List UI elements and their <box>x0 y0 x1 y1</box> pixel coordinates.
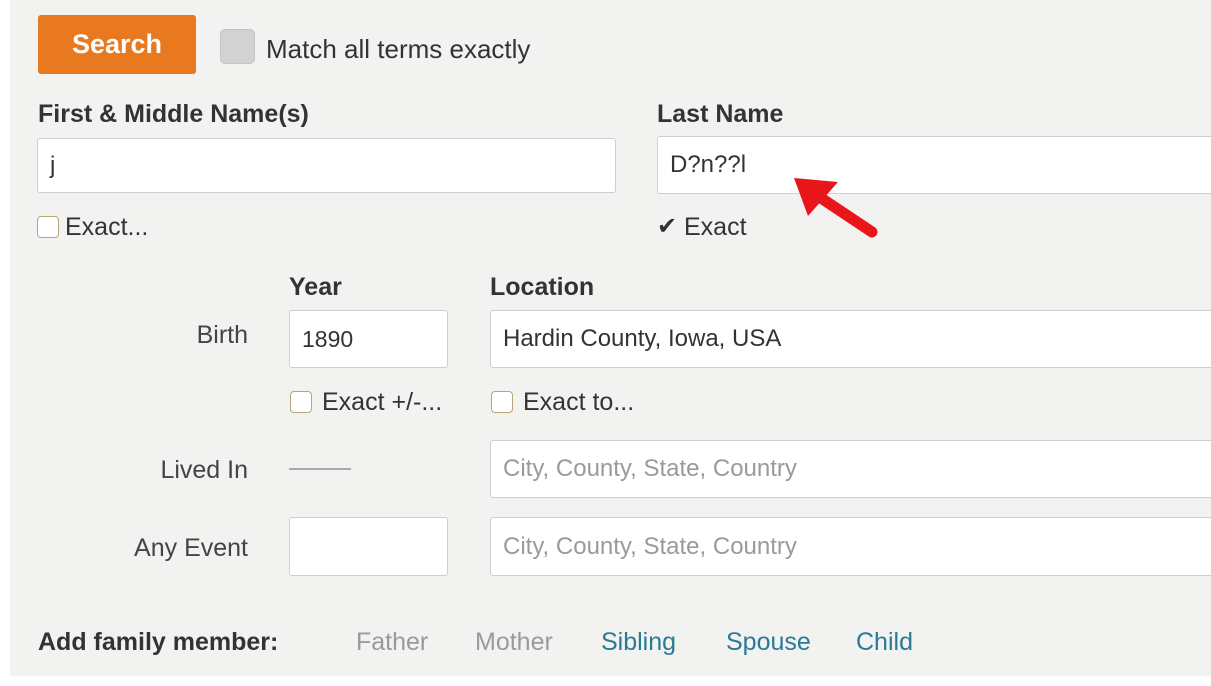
first-name-exact-checkbox[interactable] <box>37 216 59 238</box>
any-event-year-input[interactable] <box>289 517 448 576</box>
birth-location-value: Hardin County, Iowa, USA <box>503 325 782 352</box>
add-spouse-link[interactable]: Spouse <box>726 627 811 657</box>
lived-in-location-placeholder: City, County, State, Country <box>503 455 797 482</box>
birth-location-exact-checkbox[interactable] <box>491 391 513 413</box>
first-name-input[interactable]: j <box>37 138 616 193</box>
birth-year-exact-label[interactable]: Exact +/-... <box>322 387 442 417</box>
add-sibling-link[interactable]: Sibling <box>601 627 676 657</box>
first-name-value: j <box>50 151 56 179</box>
match-all-checkbox[interactable] <box>220 29 255 64</box>
any-event-label: Any Event <box>134 534 248 562</box>
last-name-exact-label[interactable]: Exact <box>684 212 747 242</box>
last-name-exact-checkmark-icon[interactable]: ✔ <box>657 212 677 242</box>
add-father-link[interactable]: Father <box>356 627 428 657</box>
birth-year-input[interactable]: 1890 <box>289 310 448 368</box>
red-arrow-annotation-icon <box>794 178 878 238</box>
any-event-location-input[interactable]: City, County, State, Country <box>490 517 1211 576</box>
year-column-header: Year <box>289 273 342 301</box>
lived-in-location-input[interactable]: City, County, State, Country <box>490 440 1211 498</box>
location-column-header: Location <box>490 273 595 301</box>
first-name-exact-label[interactable]: Exact... <box>65 212 148 242</box>
birth-year-value: 1890 <box>302 326 354 352</box>
add-family-member-label: Add family member: <box>38 628 279 656</box>
lived-in-year-placeholder-dash <box>289 468 351 470</box>
last-name-input[interactable]: D?n??l <box>657 136 1211 194</box>
birth-year-exact-checkbox[interactable] <box>290 391 312 413</box>
first-name-label: First & Middle Name(s) <box>38 100 309 128</box>
lived-in-label: Lived In <box>160 456 248 484</box>
birth-label: Birth <box>196 321 248 349</box>
birth-location-exact-label[interactable]: Exact to... <box>523 387 634 417</box>
add-child-link[interactable]: Child <box>856 627 913 657</box>
match-all-label: Match all terms exactly <box>266 34 531 64</box>
add-mother-link[interactable]: Mother <box>475 627 553 657</box>
birth-location-input[interactable]: Hardin County, Iowa, USA <box>490 310 1211 368</box>
last-name-value: D?n??l <box>670 151 747 178</box>
search-button[interactable]: Search <box>38 15 196 74</box>
last-name-label: Last Name <box>657 100 784 128</box>
any-event-location-placeholder: City, County, State, Country <box>503 532 797 560</box>
